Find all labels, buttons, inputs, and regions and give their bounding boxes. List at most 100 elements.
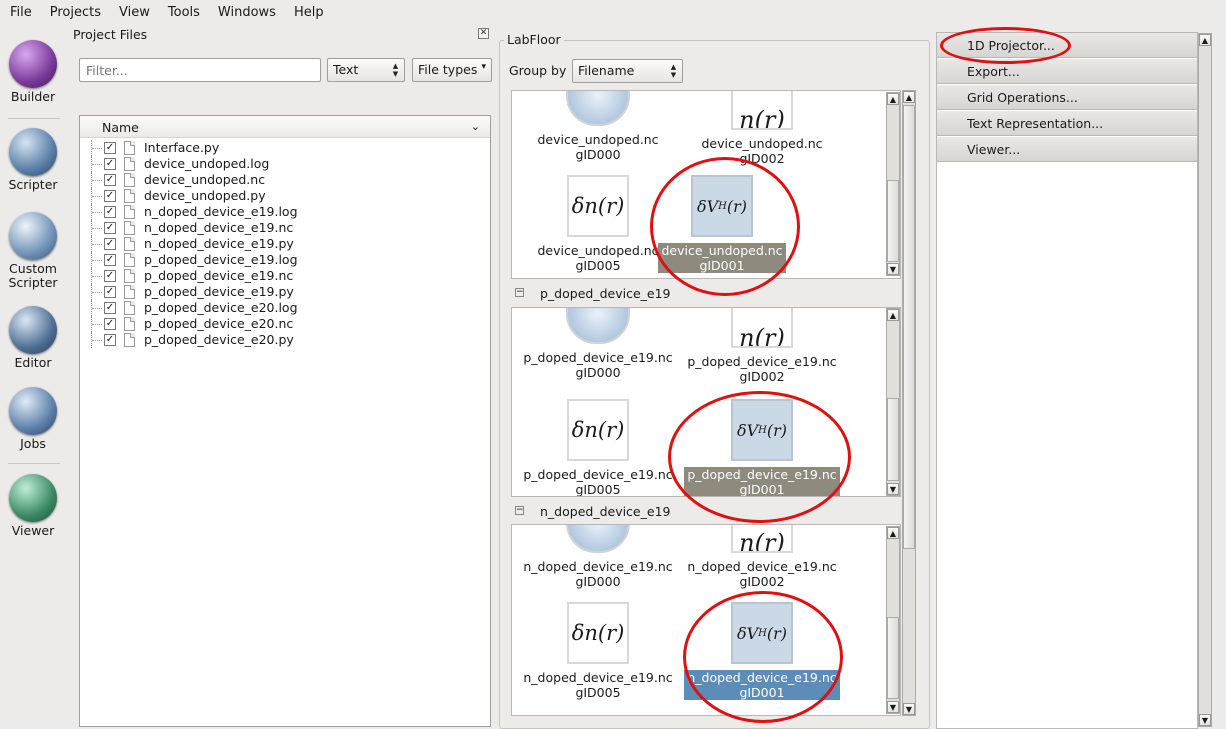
filter-input[interactable] bbox=[79, 58, 321, 82]
menu-help[interactable]: Help bbox=[288, 5, 330, 20]
checkbox[interactable]: ✓ bbox=[104, 174, 116, 186]
menu-view[interactable]: View bbox=[113, 5, 156, 20]
scroll-up-icon[interactable]: ▲ bbox=[903, 91, 915, 103]
tree-branch bbox=[91, 252, 102, 268]
viewer-button[interactable]: Viewer bbox=[0, 474, 66, 538]
tree-branch bbox=[91, 300, 102, 316]
checkbox[interactable]: ✓ bbox=[104, 158, 116, 170]
file-row[interactable]: ✓ n_doped_device_e19.py bbox=[80, 236, 490, 252]
scroll-thumb[interactable] bbox=[887, 617, 899, 699]
collapse-icon[interactable]: − bbox=[515, 288, 524, 297]
scroll-down-icon[interactable]: ▼ bbox=[887, 483, 899, 495]
file-row[interactable]: ✓ p_doped_device_e19.log bbox=[80, 252, 490, 268]
item-device-undoped-gid000[interactable]: device_undoped.nc gID000 bbox=[520, 91, 676, 162]
scroll-down-icon[interactable]: ▼ bbox=[887, 701, 899, 713]
checkbox[interactable]: ✓ bbox=[104, 206, 116, 218]
highlight-circle bbox=[668, 391, 851, 523]
scroll-up-icon[interactable]: ▲ bbox=[887, 93, 899, 105]
tools-scrollbar[interactable]: ▲ ▼ bbox=[1198, 33, 1212, 727]
collapse-icon[interactable]: − bbox=[515, 506, 524, 515]
item-n-doped-gid000[interactable]: n_doped_device_e19.nc gID000 bbox=[520, 525, 676, 589]
checkbox[interactable]: ✓ bbox=[104, 238, 116, 250]
left-toolbar: Builder Scripter Custom Scripter Editor … bbox=[0, 28, 66, 728]
file-row[interactable]: ✓ device_undoped.py bbox=[80, 188, 490, 204]
file-row[interactable]: ✓ p_doped_device_e19.py bbox=[80, 284, 490, 300]
jobs-icon bbox=[9, 387, 57, 435]
group2-scrollbar[interactable]: ▲ ▼ bbox=[886, 308, 900, 496]
scroll-up-icon[interactable]: ▲ bbox=[887, 527, 899, 539]
tool-text-representation[interactable]: Text Representation... bbox=[937, 111, 1197, 136]
editor-icon bbox=[9, 306, 57, 354]
text-combo[interactable]: Text ▲ ▼ bbox=[327, 58, 405, 82]
file-row[interactable]: ✓ p_doped_device_e20.py bbox=[80, 332, 490, 348]
tree-branch bbox=[91, 156, 102, 172]
item-n-doped-gid005[interactable]: δn(r) n_doped_device_e19.nc gID005 bbox=[520, 602, 676, 700]
builder-button[interactable]: Builder bbox=[0, 40, 66, 104]
scroll-up-icon[interactable]: ▲ bbox=[1199, 34, 1211, 46]
checkbox[interactable]: ✓ bbox=[104, 302, 116, 314]
labfloor-scrollbar[interactable]: ▲ ▼ bbox=[902, 90, 916, 716]
file-icon bbox=[124, 141, 135, 155]
file-row[interactable]: ✓ n_doped_device_e19.nc bbox=[80, 220, 490, 236]
menu-projects[interactable]: Projects bbox=[44, 5, 107, 20]
tree-branch bbox=[91, 332, 102, 348]
checkbox[interactable]: ✓ bbox=[104, 334, 116, 346]
file-icon bbox=[124, 317, 135, 331]
group1-scrollbar[interactable]: ▲ ▼ bbox=[886, 92, 900, 276]
file-row[interactable]: ✓ Interface.py bbox=[80, 140, 490, 156]
menu-tools[interactable]: Tools bbox=[162, 5, 206, 20]
file-row[interactable]: ✓ p_doped_device_e20.nc bbox=[80, 316, 490, 332]
file-row[interactable]: ✓ p_doped_device_e20.log bbox=[80, 300, 490, 316]
group3-scrollbar[interactable]: ▲ ▼ bbox=[886, 526, 900, 714]
editor-button[interactable]: Editor bbox=[0, 306, 66, 370]
file-row[interactable]: ✓ n_doped_device_e19.log bbox=[80, 204, 490, 220]
scroll-down-icon[interactable]: ▼ bbox=[903, 703, 915, 715]
file-name: device_undoped.nc bbox=[144, 172, 266, 187]
checkbox[interactable]: ✓ bbox=[104, 222, 116, 234]
scroll-up-icon[interactable]: ▲ bbox=[887, 309, 899, 321]
tree-branch bbox=[91, 140, 102, 156]
file-name: n_doped_device_e19.py bbox=[144, 236, 294, 251]
item-p-doped-gid000[interactable]: p_doped_device_e19.nc gID000 bbox=[520, 308, 676, 380]
scroll-thumb[interactable] bbox=[887, 398, 899, 481]
tool-viewer[interactable]: Viewer... bbox=[937, 137, 1197, 162]
checkbox[interactable]: ✓ bbox=[104, 254, 116, 266]
checkbox[interactable]: ✓ bbox=[104, 286, 116, 298]
tool-export[interactable]: Export... bbox=[937, 59, 1197, 84]
name-column-header[interactable]: Name ⌄ bbox=[80, 116, 490, 138]
file-types-combo[interactable]: File types ▾ bbox=[412, 58, 492, 82]
file-row[interactable]: ✓ p_doped_device_e19.nc bbox=[80, 268, 490, 284]
file-name: Interface.py bbox=[144, 140, 220, 155]
menu-windows[interactable]: Windows bbox=[212, 5, 282, 20]
file-row[interactable]: ✓ device_undoped.log bbox=[80, 156, 490, 172]
group-by-label: Group by bbox=[509, 63, 567, 78]
group-title: p_doped_device_e19 bbox=[540, 286, 671, 301]
checkbox[interactable]: ✓ bbox=[104, 190, 116, 202]
tool-grid-operations[interactable]: Grid Operations... bbox=[937, 85, 1197, 110]
scripter-button[interactable]: Scripter bbox=[0, 128, 66, 192]
jobs-label: Jobs bbox=[20, 436, 46, 451]
file-tree[interactable]: Name ⌄ ✓ Interface.py ✓ device_undoped.log ✓… bbox=[79, 115, 491, 727]
checkbox[interactable]: ✓ bbox=[104, 142, 116, 154]
item-n-doped-gid002[interactable]: n(r) n_doped_device_e19.nc gID002 bbox=[684, 525, 840, 589]
scroll-down-icon[interactable]: ▼ bbox=[1199, 714, 1211, 726]
checkbox[interactable]: ✓ bbox=[104, 270, 116, 282]
chevron-down-icon: ⌄ bbox=[470, 120, 480, 133]
item-device-undoped-gid002[interactable]: n(r) device_undoped.nc gID002 bbox=[684, 91, 840, 166]
file-name: p_doped_device_e20.py bbox=[144, 332, 294, 347]
jobs-button[interactable]: Jobs bbox=[0, 387, 66, 451]
close-panel-icon[interactable]: ✕ bbox=[478, 28, 489, 39]
scroll-down-icon[interactable]: ▼ bbox=[887, 263, 899, 275]
checkbox[interactable]: ✓ bbox=[104, 318, 116, 330]
item-file: device_undoped.nc bbox=[701, 136, 823, 151]
scroll-thumb[interactable] bbox=[887, 180, 899, 262]
file-row[interactable]: ✓ device_undoped.nc bbox=[80, 172, 490, 188]
editor-label: Editor bbox=[14, 355, 52, 370]
group-by-combo[interactable]: Filename ▲ ▼ bbox=[572, 59, 683, 83]
scroll-thumb[interactable] bbox=[903, 105, 915, 549]
menu-file[interactable]: File bbox=[4, 5, 38, 20]
file-types-label: File types bbox=[418, 62, 478, 77]
custom-scripter-button[interactable]: Custom Scripter bbox=[0, 212, 66, 290]
item-p-doped-gid002[interactable]: n(r) p_doped_device_e19.nc gID002 bbox=[684, 308, 840, 384]
item-p-doped-gid005[interactable]: δn(r) p_doped_device_e19.nc gID005 bbox=[520, 399, 676, 496]
